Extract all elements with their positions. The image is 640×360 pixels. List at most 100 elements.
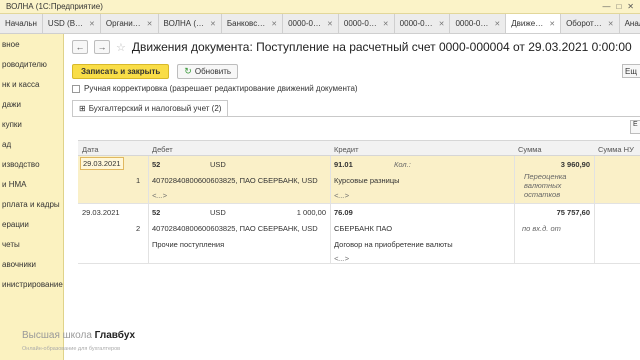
- col-credit[interactable]: Кредит: [334, 145, 359, 154]
- col-sum[interactable]: Сумма: [518, 145, 542, 154]
- table-row[interactable]: 29.03.2021 1 52 USD 40702840800600603825…: [78, 156, 640, 204]
- tab-1[interactable]: USD (В… ✕: [42, 14, 101, 33]
- forward-button[interactable]: →: [94, 40, 110, 54]
- tab-3[interactable]: ВОЛНА (… ✕: [158, 14, 222, 33]
- credit-subconto-2: <...>: [334, 191, 350, 200]
- tab-6[interactable]: 0000-0… ✕: [338, 14, 395, 33]
- watermark-logo: Высшая школа Главбух: [22, 330, 135, 341]
- tab-label: Оборот…: [566, 19, 602, 28]
- debit-currency: USD: [210, 208, 226, 217]
- more-button[interactable]: Ещ: [622, 64, 640, 78]
- row-date: 29.03.2021: [82, 208, 120, 217]
- close-tab-icon[interactable]: ✕: [439, 20, 445, 28]
- sidebar-item[interactable]: инистрирование: [0, 274, 63, 294]
- subtab-divider: [72, 116, 640, 117]
- sections-sidebar: вное роводителю нк и касса дажи купки ад…: [0, 34, 64, 360]
- refresh-label: Обновить: [194, 67, 232, 76]
- sidebar-item[interactable]: нк и касса: [0, 74, 63, 94]
- posting-sum: 75 757,60: [556, 208, 590, 217]
- close-tab-icon[interactable]: ✕: [549, 20, 555, 28]
- sidebar-item[interactable]: авочники: [0, 254, 63, 274]
- close-tab-icon[interactable]: ✕: [383, 20, 389, 28]
- page-title: Движения документа: Поступление на расче…: [131, 40, 632, 54]
- credit-account: 91.01: [334, 160, 353, 169]
- tab-8[interactable]: 0000-0… ✕: [450, 14, 507, 33]
- close-tab-icon[interactable]: ✕: [147, 20, 153, 28]
- back-button[interactable]: ←: [72, 40, 88, 54]
- star-icon[interactable]: ☆: [116, 41, 126, 54]
- sidebar-item[interactable]: вное: [0, 34, 63, 54]
- col-date[interactable]: Дата: [82, 145, 99, 154]
- sidebar-item[interactable]: рплата и кадры: [0, 194, 63, 214]
- tab-9-active[interactable]: Движе… ✕: [506, 14, 562, 33]
- refresh-button[interactable]: ↻ Обновить: [177, 64, 239, 79]
- form-header: ← → ☆ Движения документа: Поступление на…: [72, 40, 632, 54]
- debit-amount: 1 000,00: [296, 208, 326, 217]
- tab-4[interactable]: Банковс… ✕: [221, 14, 284, 33]
- watermark-prefix: Высшая школа: [22, 330, 95, 341]
- sidebar-item[interactable]: и НМА: [0, 174, 63, 194]
- manual-correction-checkbox[interactable]: [72, 84, 80, 93]
- tab-label: Движе…: [511, 19, 544, 28]
- close-tab-icon[interactable]: ✕: [210, 20, 216, 28]
- sidebar-item[interactable]: ерации: [0, 214, 63, 234]
- tab-0[interactable]: Начальн: [0, 14, 43, 33]
- tab-10[interactable]: Оборот… ✕: [561, 14, 620, 33]
- table-row[interactable]: 29.03.2021 2 52 USD 1 000,00 40702840800…: [78, 204, 640, 264]
- open-windows-tabbar: Начальн USD (В… ✕ Органи… ✕ ВОЛНА (… ✕ Банк…: [0, 14, 640, 34]
- grid-more-button[interactable]: E: [630, 120, 640, 134]
- row-number: 1: [136, 176, 141, 185]
- manual-correction-label: Ручная корректировка (разрешает редактир…: [84, 84, 358, 93]
- debit-account: 52: [152, 160, 161, 169]
- table-header: Дата Дебет Кредит Сумма Сумма НУ Д: [78, 140, 640, 163]
- debit-subconto: 40702840800600603825, ПАО СБЕРБАНК, USD: [152, 176, 318, 185]
- window-controls: — □ ✕: [602, 2, 640, 11]
- credit-subconto-3: <...>: [334, 254, 350, 263]
- debit-subconto-2: Прочие поступления: [152, 240, 225, 249]
- sidebar-item[interactable]: дажи: [0, 94, 63, 114]
- tab-accounting[interactable]: ⊞ Бухгалтерский и налоговый учет (2): [72, 100, 229, 116]
- sidebar-item[interactable]: купки: [0, 114, 63, 134]
- window-title: ВОЛНА (1С:Предприятие): [6, 2, 103, 11]
- tab-label: USD (В…: [47, 19, 84, 28]
- close-tab-icon[interactable]: ✕: [494, 20, 500, 28]
- save-close-button[interactable]: Записать и закрыть: [72, 64, 170, 79]
- tab-label: Анализ…: [624, 19, 640, 28]
- tab-label: ВОЛНА (…: [163, 19, 204, 28]
- maximize-icon[interactable]: □: [616, 2, 621, 11]
- tab-label: 0000-0…: [455, 19, 489, 28]
- tab-label: 0000-0…: [343, 19, 377, 28]
- debit-account: 52: [152, 208, 161, 217]
- posting-content: по вх.д. от: [522, 224, 561, 233]
- tab-label: 0000-0…: [288, 19, 321, 28]
- credit-subconto: Курсовые разницы: [334, 176, 400, 185]
- close-tab-icon[interactable]: ✕: [271, 20, 277, 28]
- posting-content: Переоценка валютных остатков: [524, 172, 567, 199]
- tab-7[interactable]: 0000-0… ✕: [394, 14, 451, 33]
- close-tab-icon[interactable]: ✕: [89, 20, 95, 28]
- sidebar-item[interactable]: роводителю: [0, 54, 63, 74]
- debit-currency: USD: [210, 160, 226, 169]
- row-date: 29.03.2021: [80, 157, 124, 170]
- col-debit[interactable]: Дебет: [152, 145, 173, 154]
- sidebar-item[interactable]: изводство: [0, 154, 63, 174]
- minimize-icon[interactable]: —: [602, 2, 610, 11]
- tab-5[interactable]: 0000-0… ✕: [283, 14, 339, 33]
- tab-accounting-label: Бухгалтерский и налоговый учет (2): [88, 104, 222, 113]
- sidebar-item[interactable]: ад: [0, 134, 63, 154]
- close-tab-icon[interactable]: ✕: [608, 20, 614, 28]
- watermark-brand: Главбух: [94, 330, 136, 341]
- sidebar-item[interactable]: четы: [0, 234, 63, 254]
- document-form: ← → ☆ Движения документа: Поступление на…: [64, 34, 640, 360]
- manual-correction-row: Ручная корректировка (разрешает редактир…: [72, 84, 358, 93]
- tab-2[interactable]: Органи… ✕: [100, 14, 159, 33]
- close-tab-icon[interactable]: ✕: [327, 20, 333, 28]
- tab-label: Банковс…: [226, 19, 266, 28]
- form-toolbar: Записать и закрыть ↻ Обновить: [72, 64, 239, 79]
- row-number: 2: [136, 224, 141, 233]
- close-icon[interactable]: ✕: [627, 2, 634, 11]
- window-titlebar: ВОЛНА (1С:Предприятие) — □ ✕: [0, 0, 640, 14]
- posting-sum: 3 960,90: [560, 160, 590, 169]
- debit-subconto-2: <...>: [152, 191, 168, 200]
- tab-11[interactable]: Анализ…✕: [619, 14, 640, 33]
